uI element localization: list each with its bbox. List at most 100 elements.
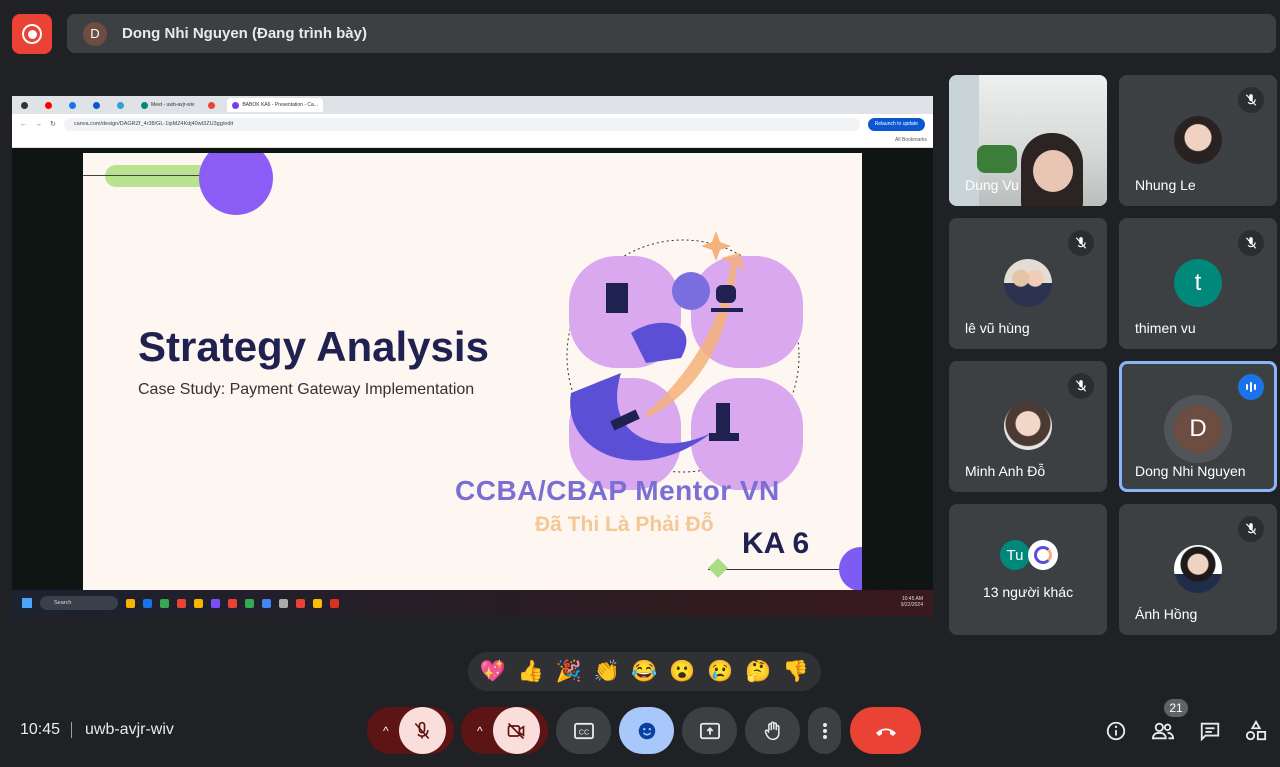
- divider: [71, 722, 72, 738]
- participant-avatar: Tu: [1000, 540, 1030, 570]
- app-icon[interactable]: [126, 598, 135, 608]
- canva-editor: Strategy Analysis Case Study: Payment Ga…: [12, 153, 933, 590]
- reaction-thumbs-up[interactable]: 👍: [516, 660, 546, 684]
- app-icon[interactable]: [211, 598, 220, 608]
- people-count-badge: 21: [1164, 699, 1188, 717]
- taskbar-clock: 10:45 AM 9/22/2024: [900, 596, 923, 608]
- mentor-logo: [566, 231, 803, 490]
- more-vert-icon: [822, 722, 827, 739]
- app-icon[interactable]: [279, 598, 288, 608]
- app-icon[interactable]: [262, 598, 271, 608]
- relaunch-button[interactable]: Relaunch to update: [867, 117, 925, 131]
- activities-button[interactable]: [1243, 718, 1269, 744]
- mic-toggle-button[interactable]: [398, 707, 446, 754]
- app-icon[interactable]: [228, 598, 237, 608]
- browser-tab[interactable]: [88, 98, 108, 112]
- participant-name: lê vũ hùng: [965, 320, 1030, 336]
- reaction-thinking[interactable]: 🤔: [743, 660, 773, 684]
- back-icon[interactable]: ←: [20, 121, 27, 128]
- camera-toggle-button[interactable]: [492, 707, 540, 754]
- participant-tile-minh-anh-do[interactable]: Minh Anh Đỗ: [949, 361, 1107, 492]
- participant-avatar: [1174, 116, 1222, 164]
- browser-tab[interactable]: [64, 98, 84, 112]
- slide-decoration: [708, 558, 728, 578]
- shared-screen[interactable]: Meet - uwb-avjr-wiv BABOK KA6 - Presenta…: [12, 96, 933, 616]
- participant-tile-dong-nhi-nguyen[interactable]: D Dong Nhi Nguyen: [1119, 361, 1277, 492]
- people-button[interactable]: [1150, 718, 1176, 744]
- video-face: [1033, 150, 1073, 192]
- brand-text: CCBA/CBAP Mentor VN: [455, 475, 780, 506]
- captions-icon: CC: [573, 722, 594, 739]
- presentation-slide: Strategy Analysis Case Study: Payment Ga…: [83, 153, 862, 590]
- more-options-button[interactable]: [808, 707, 841, 754]
- captions-button[interactable]: CC: [556, 707, 611, 754]
- mic-off-icon: [1068, 373, 1094, 399]
- reactions-bar: 💖 👍 🎉 👏 😂 😮 😢 🤔 👎: [468, 652, 821, 691]
- participant-tile-anh-hong[interactable]: Ánh Hồng: [1119, 504, 1277, 635]
- slide-subtitle: Case Study: Payment Gateway Implementati…: [138, 381, 475, 398]
- browser-tab-active[interactable]: BABOK KA6 - Presentation - Ca...: [227, 98, 323, 112]
- meeting-details-button[interactable]: [1103, 718, 1129, 744]
- presenter-avatar: D: [83, 21, 107, 46]
- svg-text:CC: CC: [578, 727, 588, 736]
- slide-decoration: [105, 165, 211, 187]
- camera-control: ^: [461, 707, 548, 754]
- participant-tile-others[interactable]: Tu 13 người khác: [949, 504, 1107, 635]
- participant-avatar: D: [1174, 405, 1222, 453]
- participant-avatar: t: [1174, 259, 1222, 307]
- reaction-clap[interactable]: 👏: [592, 660, 622, 684]
- app-icon[interactable]: [160, 598, 169, 608]
- reaction-sad[interactable]: 😢: [705, 660, 735, 684]
- forward-icon[interactable]: →: [35, 121, 42, 128]
- app-icon[interactable]: [313, 598, 322, 608]
- browser-tab[interactable]: Meet - uwb-avjr-wiv: [136, 98, 199, 112]
- app-icon[interactable]: [330, 598, 339, 608]
- mic-off-icon: [414, 721, 430, 739]
- address-bar[interactable]: canva.com/design/DAGRZf_4r38/GL-1ipMZ4Kd…: [63, 117, 860, 131]
- taskbar-search[interactable]: Search: [40, 596, 118, 610]
- video-plant: [977, 145, 1017, 173]
- browser-tab[interactable]: [40, 98, 60, 112]
- participant-name: Minh Anh Đỗ: [965, 463, 1046, 479]
- windows-taskbar: Search 10:45 AM 9/22/2024: [12, 590, 933, 616]
- app-icon[interactable]: [296, 598, 305, 608]
- mic-off-icon: [1238, 87, 1264, 113]
- chevron-up-icon[interactable]: ^: [477, 724, 483, 738]
- reaction-party[interactable]: 🎉: [554, 660, 584, 684]
- windows-start-icon[interactable]: [22, 598, 32, 608]
- chat-button[interactable]: [1197, 718, 1223, 744]
- meeting-code[interactable]: uwb-avjr-wiv: [85, 721, 174, 739]
- reaction-laugh[interactable]: 😂: [629, 660, 659, 684]
- participant-tile-dung-vu[interactable]: Dung Vu: [949, 75, 1107, 206]
- recording-indicator-button[interactable]: [12, 14, 52, 54]
- participant-name: thimen vu: [1135, 320, 1196, 336]
- record-icon: [22, 24, 42, 44]
- browser-tab[interactable]: [16, 98, 36, 112]
- browser-tab-strip: Meet - uwb-avjr-wiv BABOK KA6 - Presenta…: [12, 96, 933, 114]
- reaction-surprised[interactable]: 😮: [667, 660, 697, 684]
- raise-hand-button[interactable]: [745, 707, 800, 754]
- present-screen-button[interactable]: [682, 707, 737, 754]
- emoji-icon: [638, 722, 655, 739]
- participant-avatar: [1004, 402, 1052, 450]
- leave-call-button[interactable]: [850, 707, 921, 754]
- participant-tile-le-vu-hung[interactable]: lê vũ hùng: [949, 218, 1107, 349]
- browser-tab[interactable]: [112, 98, 132, 112]
- reaction-thumbs-down[interactable]: 👎: [781, 660, 811, 684]
- browser-tab[interactable]: [203, 98, 223, 112]
- bookmarks-bar[interactable]: All Bookmarks: [12, 134, 933, 148]
- app-icon[interactable]: [177, 598, 186, 608]
- app-icon[interactable]: [194, 598, 203, 608]
- chevron-up-icon[interactable]: ^: [383, 724, 389, 738]
- participant-tile-thimen-vu[interactable]: t thimen vu: [1119, 218, 1277, 349]
- participant-tile-nhung-le[interactable]: Nhung Le: [1119, 75, 1277, 206]
- slide-title: Strategy Analysis: [138, 323, 489, 370]
- reload-icon[interactable]: ↻: [50, 120, 56, 128]
- app-icon[interactable]: [245, 598, 254, 608]
- participant-name: Nhung Le: [1135, 177, 1196, 193]
- emoji-reactions-button[interactable]: [619, 707, 674, 754]
- app-icon[interactable]: [143, 598, 152, 608]
- reaction-heart[interactable]: 💖: [478, 660, 508, 684]
- mic-off-icon: [1238, 230, 1264, 256]
- slide-decoration: [199, 153, 273, 215]
